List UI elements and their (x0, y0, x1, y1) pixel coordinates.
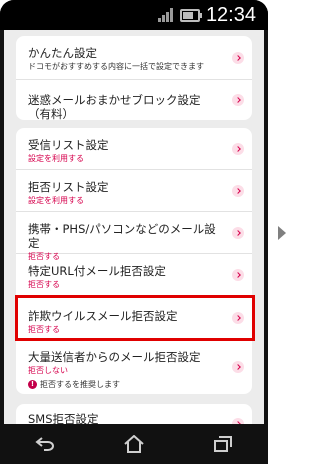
recent-apps-icon[interactable] (203, 429, 243, 459)
status-bar: 12:34 (0, 0, 268, 30)
chevron-right-icon (232, 269, 244, 281)
settings-group-sms: SMS拒否設定 (16, 404, 252, 424)
chevron-right-icon (232, 226, 244, 239)
chevron-right-icon (232, 184, 244, 197)
menu-item-sms-reject[interactable]: SMS拒否設定 (16, 404, 252, 424)
signal-icon (157, 8, 174, 22)
menu-item-title: 受信リスト設定 (28, 138, 109, 152)
menu-item-title: 大量送信者からのメール拒否設定 (28, 350, 201, 364)
battery-icon (179, 8, 202, 22)
menu-item-url-mail-reject[interactable]: 特定URL付メール拒否設定 拒否する (16, 254, 252, 297)
menu-item-title: 拒否リスト設定 (28, 180, 109, 194)
menu-item-spam-block[interactable]: 迷惑メールおまかせブロック設定（有料） (16, 80, 252, 120)
menu-item-description: ドコモがおすすめする内容に一括で設定できます (28, 62, 204, 71)
chevron-right-icon (232, 94, 244, 106)
chevron-right-icon (232, 142, 244, 155)
menu-item-title: かんたん設定 (28, 46, 97, 60)
navigation-bar (0, 424, 268, 464)
play-triangle-icon (278, 226, 286, 240)
menu-item-title: 携帯・PHS/パソコンなどのメール設定 (28, 222, 216, 250)
menu-item-title: 迷惑メールおまかせブロック設定（有料） (28, 93, 201, 120)
home-icon[interactable] (114, 429, 154, 459)
menu-item-status: 拒否する (28, 280, 60, 289)
menu-item-title: SMS拒否設定 (28, 412, 99, 424)
phone-frame: 12:34 かんたん設定 ドコモがおすすめする内容に一括で設定できます 迷惑メー… (0, 0, 268, 464)
menu-item-easy-setup[interactable]: かんたん設定 ドコモがおすすめする内容に一括で設定できます (16, 36, 252, 80)
exclamation-icon: ! (28, 380, 37, 389)
chevron-right-icon (232, 361, 244, 373)
settings-group-filters: 受信リスト設定 設定を利用する 拒否リスト設定 設定を利用する 携帯・PHS/パ… (16, 128, 252, 394)
chevron-right-icon (232, 51, 244, 64)
recommendation-note: ! 拒否するを推奨します (28, 379, 222, 390)
recommendation-text: 拒否するを推奨します (40, 380, 120, 389)
settings-screen: かんたん設定 ドコモがおすすめする内容に一括で設定できます 迷惑メールおまかせブ… (4, 30, 264, 424)
menu-item-status: 設定を利用する (28, 154, 84, 163)
status-time: 12:34 (205, 4, 256, 26)
menu-item-bulk-sender-reject[interactable]: 大量送信者からのメール拒否設定 拒否しない ! 拒否するを推奨します (16, 340, 252, 394)
selection-highlight (15, 295, 255, 341)
settings-group-top: かんたん設定 ドコモがおすすめする内容に一括で設定できます 迷惑メールおまかせブ… (16, 36, 252, 120)
menu-item-title: 特定URL付メール拒否設定 (28, 264, 166, 278)
menu-item-reject-list[interactable]: 拒否リスト設定 設定を利用する (16, 170, 252, 212)
back-arrow-icon[interactable] (25, 429, 65, 459)
menu-item-status: 設定を利用する (28, 196, 84, 205)
menu-item-mobile-pc-mail[interactable]: 携帯・PHS/パソコンなどのメール設定 拒否する (16, 212, 252, 261)
menu-item-status: 拒否しない (28, 366, 68, 375)
menu-item-accept-list[interactable]: 受信リスト設定 設定を利用する (16, 128, 252, 170)
